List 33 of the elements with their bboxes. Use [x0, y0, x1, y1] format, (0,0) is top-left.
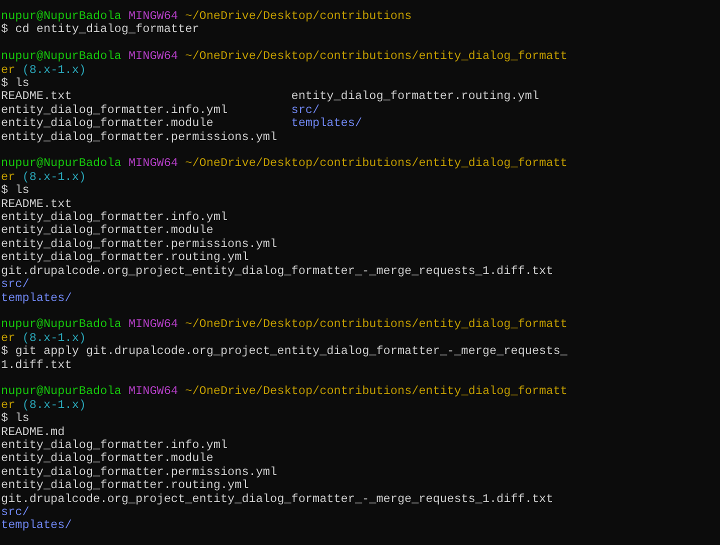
prompt-line: nupur@NupurBadola MINGW64 ~/OneDrive/Desktop/contributions — [1, 10, 413, 24]
file-name: entity_dialog_formatter.module — [1, 452, 214, 466]
command-line: $ ls — [1, 184, 30, 198]
file-name: entity_dialog_formatter.info.yml — [1, 438, 228, 452]
file-name: entity_dialog_formatter.permissions.yml — [1, 130, 278, 144]
prompt-line: nupur@NupurBadola MINGW64 ~/OneDrive/Desktop/contributions/entity_dialog_formatter (8.x-1.x) — [1, 318, 568, 346]
command-line: $ ls — [1, 77, 30, 90]
file-name: README.md — [1, 426, 65, 439]
file-name: entity_dialog_formatter.info.yml — [1, 211, 228, 224]
file-name: entity_dialog_formatter.module — [1, 224, 214, 238]
directory-name: templates/ — [291, 117, 362, 131]
directory-name: src/ — [291, 104, 320, 118]
file-name: entity_dialog_formatter.permissions.yml — [1, 466, 278, 480]
directory-name: templates/ — [1, 292, 72, 305]
file-name: git.drupalcode.org_project_entity_dialog_formatter_-_merge_requests_1.diff.txt — [1, 264, 554, 278]
prompt-line: nupur@NupurBadola MINGW64 ~/OneDrive/Desktop/contributions/entity_dialog_formatter (8.x-1.x) — [1, 385, 568, 412]
directory-name: src/ — [1, 278, 30, 292]
prompt-line: nupur@NupurBadola MINGW64 ~/OneDrive/Desktop/contributions/entity_dialog_formatter (8.x-1.x) — [1, 50, 568, 78]
file-name: README.txt — [1, 90, 72, 104]
file-name: entity_dialog_formatter.routing.yml — [291, 90, 540, 104]
prompt-line: nupur@NupurBadola MINGW64 ~/OneDrive/Desktop/contributions/entity_dialog_formatter (8.x-1.x) — [1, 157, 568, 184]
command-line: $ cd entity_dialog_formatter — [1, 23, 200, 37]
command-line: $ ls — [1, 412, 30, 426]
file-name: entity_dialog_formatter.info.yml — [1, 104, 228, 118]
file-name: entity_dialog_formatter.permissions.yml — [1, 238, 278, 252]
file-name: entity_dialog_formatter.module — [1, 117, 214, 131]
directory-name: templates/ — [1, 519, 72, 533]
file-name: entity_dialog_formatter.routing.yml — [1, 479, 249, 493]
file-name: git.drupalcode.org_project_entity_dialog_formatter_-_merge_requests_1.diff.txt — [1, 492, 554, 506]
directory-name: src/ — [1, 506, 30, 520]
command-line: $ git apply git.drupalcode.org_project_entity_dialog_formatter_-_merge_requests_1.diff.txt — [1, 345, 568, 372]
file-name: entity_dialog_formatter.routing.yml — [1, 251, 249, 265]
file-name: README.txt — [1, 198, 72, 212]
